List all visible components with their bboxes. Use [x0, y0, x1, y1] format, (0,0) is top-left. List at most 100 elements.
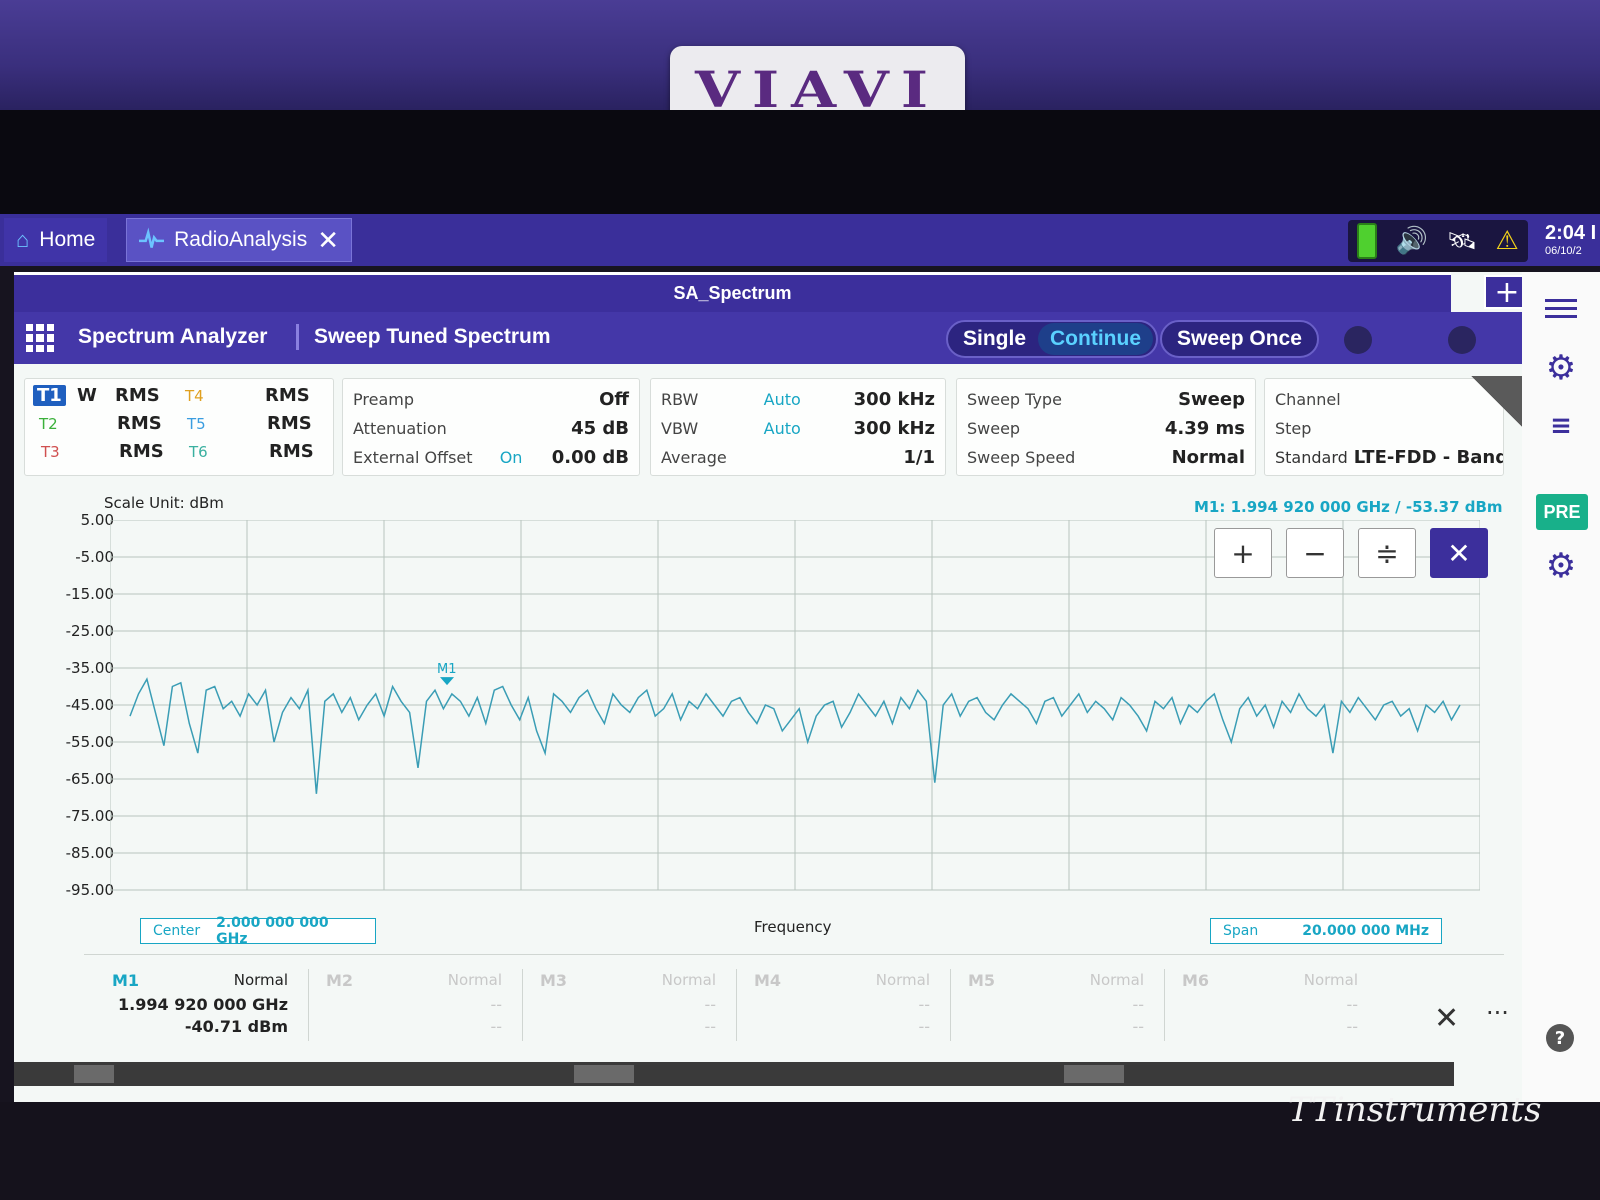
marker-cell-m3[interactable]: M3 Normal -- --	[522, 963, 736, 1047]
y-tick-label: -55.00	[65, 733, 114, 751]
marker-divider	[522, 969, 523, 1041]
trace-t6-tag[interactable]: T6	[189, 443, 208, 461]
marker-table: ✕ M1 Normal 1.994 920 000 GHz -40.71 dBm M2 N…	[84, 954, 1504, 1054]
bandwidth-panel[interactable]: RBW Auto 300 kHz VBW Auto 300 kHz Average 1/1	[650, 378, 946, 476]
center-label: Center	[153, 923, 201, 939]
step-label: Step	[1275, 418, 1312, 438]
sweep-panel[interactable]: Sweep Type Sweep Sweep 4.39 ms Sweep Speed…	[956, 378, 1256, 476]
marker-cell-m5[interactable]: M5 Normal -- --	[950, 963, 1164, 1047]
battery-icon	[1357, 223, 1378, 259]
marker-name: M6	[1182, 971, 1210, 990]
y-tick-label: 5.00	[80, 511, 114, 529]
trace-t1-tag[interactable]: T1	[33, 385, 66, 406]
external-offset-state: On	[499, 447, 523, 467]
marker-mode: Normal	[1303, 971, 1358, 989]
sweep-time-value: 4.39 ms	[1164, 417, 1245, 439]
marker-frequency: 1.994 920 000 GHz	[118, 995, 288, 1014]
marker-frequency: --	[490, 995, 502, 1014]
warning-icon[interactable]: ⚠	[1495, 226, 1518, 256]
sweep-time-label: Sweep	[967, 418, 1021, 438]
measurement-toolbar: Spectrum Analyzer Sweep Tuned Spectrum S…	[14, 312, 1537, 364]
location-icon[interactable]	[1064, 1065, 1124, 1083]
vbw-label: VBW	[661, 418, 699, 438]
marker-cell-m1[interactable]: M1 Normal 1.994 920 000 GHz -40.71 dBm	[94, 963, 308, 1047]
y-tick-label: -75.00	[65, 807, 114, 825]
amplitude-panel[interactable]: Preamp Off Attenuation 45 dB External Offs…	[342, 378, 640, 476]
span-box[interactable]: Span 20.000 000 MHz	[1210, 918, 1442, 944]
more-options-icon[interactable]: ...	[1486, 992, 1509, 1020]
y-tick-label: -5.00	[75, 548, 114, 566]
speaker-icon[interactable]: 🔊	[1396, 226, 1428, 256]
status-led-1	[1344, 326, 1372, 354]
span-label: Span	[1223, 923, 1259, 939]
tab-radioanalysis[interactable]: RadioAnalysis ✕	[126, 218, 352, 262]
trace-t4-detector: RMS	[265, 385, 310, 406]
zoom-out-button[interactable]: −	[1286, 528, 1344, 578]
center-frequency-box[interactable]: Center 2.000 000 000 GHz	[140, 915, 376, 947]
trace-panel[interactable]: T1 W RMS T4 RMS T2 RMS T5 RMS T3 RMS T6 …	[24, 378, 334, 476]
mode-label[interactable]: Spectrum Analyzer	[78, 325, 267, 349]
tab-radioanalysis-label: RadioAnalysis	[174, 228, 308, 251]
measurement-label[interactable]: Sweep Tuned Spectrum	[314, 325, 551, 349]
trace-t2-detector: RMS	[117, 413, 162, 434]
scale-unit-label: Scale Unit: dBm	[104, 494, 224, 512]
marker-name: M2	[326, 971, 354, 990]
trace-t1-mode: W	[77, 385, 97, 406]
marker-amplitude: --	[1132, 1017, 1144, 1036]
marker-cell-m2[interactable]: M2 Normal -- --	[308, 963, 522, 1047]
trace-t4-tag[interactable]: T4	[185, 387, 204, 405]
trace-t1-detector: RMS	[115, 385, 160, 406]
device-bezel-band	[0, 110, 1600, 215]
list-icon[interactable]: ≡	[1528, 408, 1594, 444]
standard-value: LTE-FDD - Band	[1353, 446, 1504, 468]
sweep-speed-value: Normal	[1171, 446, 1245, 468]
trace-t2-tag[interactable]: T2	[39, 415, 58, 433]
clock: 2:04 I 06/10/2	[1545, 222, 1596, 257]
y-tick-label: -25.00	[65, 622, 114, 640]
sweep-once-button[interactable]: Sweep Once	[1165, 323, 1314, 355]
channel-label: Channel	[1275, 389, 1341, 409]
marker-frequency: --	[918, 995, 930, 1014]
tab-home[interactable]: ⌂ Home	[4, 218, 108, 262]
settings-gear-icon[interactable]: ⚙	[1528, 346, 1594, 390]
waveform-icon	[139, 227, 165, 248]
span-value: 20.000 000 MHz	[1302, 923, 1429, 939]
alarm-icon[interactable]	[574, 1065, 634, 1083]
marker-frequency: --	[704, 995, 716, 1014]
marker-divider	[950, 969, 951, 1041]
marker-m1-label: M1	[437, 662, 457, 677]
continue-button[interactable]: Continue	[1038, 323, 1153, 355]
menu-icon[interactable]	[1528, 288, 1594, 328]
apps-grid-icon[interactable]	[26, 324, 54, 352]
home-icon: ⌂	[16, 227, 30, 252]
standard-label: Standard	[1275, 447, 1348, 467]
close-zoom-button[interactable]: ✕	[1430, 528, 1488, 578]
status-led-2	[1448, 326, 1476, 354]
marker-m1-triangle[interactable]	[440, 677, 455, 686]
marker-mode: Normal	[1089, 971, 1144, 989]
zoom-in-button[interactable]: +	[1214, 528, 1272, 578]
close-markers-icon[interactable]: ✕	[1434, 1001, 1459, 1036]
satellite-icon[interactable]: 🛰	[1447, 227, 1477, 255]
trace-t5-detector: RMS	[267, 413, 312, 434]
help-icon[interactable]: ?	[1546, 1024, 1574, 1052]
y-tick-label: -65.00	[65, 770, 114, 788]
autoscale-button[interactable]: ≑	[1358, 528, 1416, 578]
advanced-settings-icon[interactable]: ⚙	[1528, 544, 1594, 588]
marker-mode: Normal	[875, 971, 930, 989]
preset-button[interactable]: PRE	[1536, 494, 1588, 530]
close-tab-icon[interactable]: ✕	[317, 225, 339, 256]
trace-t3-tag[interactable]: T3	[41, 443, 60, 461]
single-button[interactable]: Single	[951, 323, 1038, 355]
rbw-value: 300 kHz	[853, 388, 935, 410]
status-tray: 🔊 🛰 ⚠	[1348, 220, 1528, 262]
marker-name: M4	[754, 971, 782, 990]
marker-mode: Normal	[447, 971, 502, 989]
marker-cell-m6[interactable]: M6 Normal -- --	[1164, 963, 1378, 1047]
marker-cell-m4[interactable]: M4 Normal -- --	[736, 963, 950, 1047]
trace-t5-tag[interactable]: T5	[187, 415, 206, 433]
zoom-controls: + − ≑ ✕	[1214, 528, 1488, 578]
marker-amplitude: --	[918, 1017, 930, 1036]
vbw-mode: Auto	[763, 418, 801, 438]
log-icon[interactable]	[74, 1065, 114, 1083]
